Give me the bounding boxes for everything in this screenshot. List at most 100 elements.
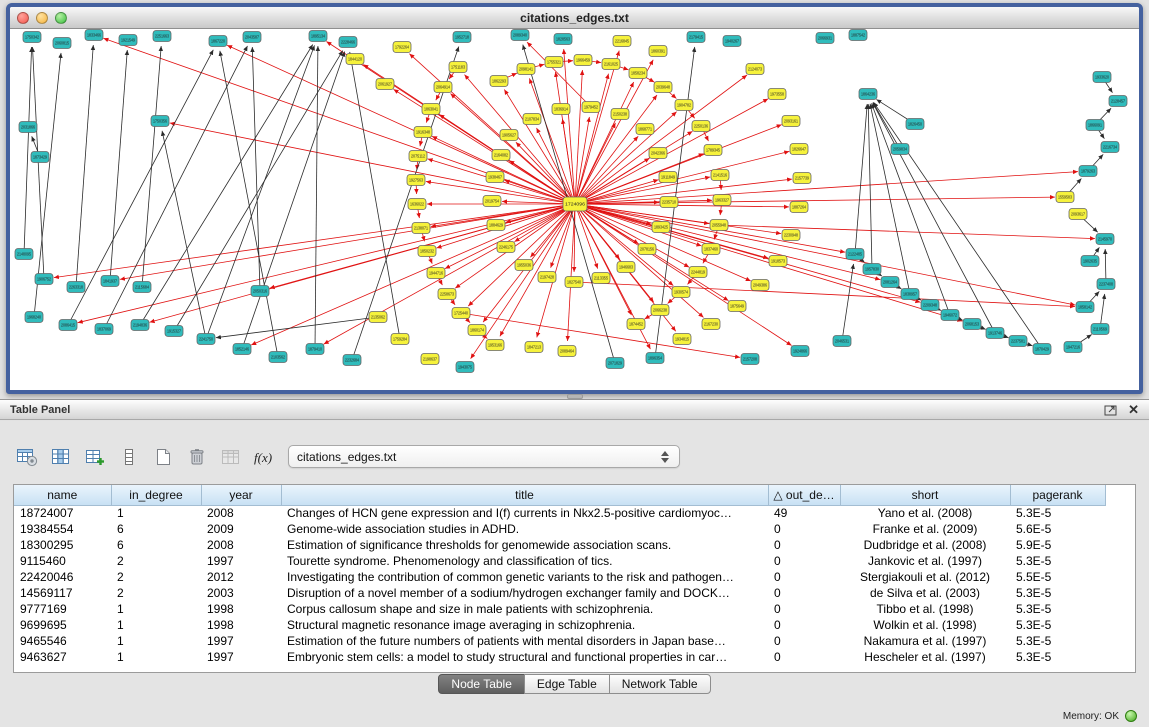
graph-node[interactable]: 1966459 (574, 55, 592, 66)
graph-edge[interactable] (315, 46, 318, 349)
table-row[interactable]: 1872400712008Changes of HCN gene express… (14, 505, 1105, 521)
graph-node[interactable]: 2093617 (1069, 209, 1087, 220)
table-cell[interactable]: 0 (768, 569, 840, 585)
graph-node[interactable]: 2081264 (881, 277, 899, 288)
graph-node[interactable]: 1858142 (1076, 302, 1094, 313)
table-cell[interactable]: Dudbridge et al. (2008) (840, 537, 1010, 553)
graph-node[interactable]: 1844120 (346, 54, 364, 65)
graph-node[interactable]: 2060815 (53, 38, 71, 49)
table-cell[interactable]: 0 (768, 537, 840, 553)
graph-node[interactable]: 2089340 (511, 30, 529, 41)
graph-edge[interactable] (564, 49, 575, 204)
close-panel-icon[interactable]: ✕ (1128, 403, 1139, 416)
graph-node[interactable]: 2098141 (517, 64, 535, 75)
graph-node[interactable]: 2237581 (1009, 336, 1027, 347)
table-cell[interactable]: 0 (768, 553, 840, 569)
graph-node[interactable]: 1864236 (859, 89, 877, 100)
table-cell[interactable]: 14569117 (14, 585, 111, 601)
graph-node[interactable]: 2198637 (421, 354, 439, 365)
graph-node[interactable]: 2209348 (921, 300, 939, 311)
graph-node[interactable]: 2250136 (692, 121, 710, 132)
table-cell[interactable]: Tourette syndrome. Phenomenology and cla… (281, 553, 768, 569)
graph-node[interactable]: 1913746 (986, 328, 1004, 339)
graph-node[interactable]: 1838957 (901, 289, 919, 300)
graph-node[interactable]: 2068153 (963, 319, 981, 330)
table-cell[interactable]: de Silva et al. (2003) (840, 585, 1010, 601)
graph-edge[interactable] (76, 45, 93, 287)
graph-node[interactable]: 1866091 (1086, 120, 1104, 131)
zoom-button[interactable] (55, 12, 67, 24)
graph-node[interactable]: 2244819 (689, 267, 707, 278)
graph-node[interactable]: 1952718 (453, 32, 471, 43)
graph-node[interactable]: 2049386 (751, 280, 769, 291)
graph-edge[interactable] (461, 313, 740, 357)
graph-node[interactable]: 1895134 (309, 31, 327, 42)
table-cell[interactable]: Hescheler et al. (1997) (840, 649, 1010, 665)
table-cell[interactable]: 5.3E-5 (1010, 633, 1105, 649)
graph-edge[interactable] (873, 103, 900, 149)
graph-node[interactable]: 2055948 (710, 220, 728, 231)
table-cell[interactable]: Jankovic et al. (1997) (840, 553, 1010, 569)
graph-node[interactable]: 2216845 (613, 36, 631, 47)
graph-node[interactable]: 1933620 (1093, 72, 1111, 83)
graph-node[interactable]: 1850232 (418, 246, 436, 257)
table-row[interactable]: 969969511998Structural magnetic resonanc… (14, 617, 1105, 633)
graph-node[interactable]: 1826647 (790, 144, 808, 155)
graph-node[interactable]: 1957830 (863, 264, 881, 275)
table-cell[interactable]: 1 (111, 649, 201, 665)
graph-node[interactable]: 1946072 (941, 310, 959, 321)
graph-node[interactable]: 1955036 (515, 260, 533, 271)
graph-node[interactable]: 2232684 (343, 355, 361, 366)
graph-node[interactable]: 1879410 (306, 344, 324, 355)
graph-node[interactable]: 1750356 (151, 116, 169, 127)
table-cell[interactable]: Estimation of significance thresholds fo… (281, 537, 768, 553)
graph-node[interactable]: 1946683 (617, 262, 635, 273)
table-cell[interactable]: 2009 (201, 521, 281, 537)
graph-node[interactable]: 1963327 (713, 195, 731, 206)
graph-node[interactable]: 1943075 (456, 362, 474, 373)
table-cell[interactable]: 1 (111, 633, 201, 649)
graph-node[interactable]: 2066238 (651, 305, 669, 316)
graph-node[interactable]: 1887542 (849, 30, 867, 41)
graph-node[interactable]: 1862293 (490, 76, 508, 87)
table-cell[interactable]: Yano et al. (2008) (840, 505, 1010, 521)
table-cell[interactable]: 2 (111, 553, 201, 569)
table-row[interactable]: 1456911722003Disruption of a novel membe… (14, 585, 1105, 601)
minimize-button[interactable] (36, 12, 48, 24)
tab-network-table[interactable]: Network Table (609, 674, 711, 694)
table-cell[interactable]: 1997 (201, 553, 281, 569)
graph-node[interactable]: 1924866 (791, 346, 809, 357)
table-row[interactable]: 977716911998Corpus callosum shape and si… (14, 601, 1105, 617)
table-cell[interactable]: 19384554 (14, 521, 111, 537)
table-cell[interactable]: 5.6E-5 (1010, 521, 1105, 537)
graph-node[interactable]: 1921549 (119, 35, 137, 46)
table-cell[interactable]: 2 (111, 569, 201, 585)
graph-edge[interactable] (445, 204, 575, 269)
graph-edge[interactable] (575, 74, 609, 204)
graph-node[interactable]: 2148095 (15, 249, 33, 260)
graph-node[interactable]: 1860174 (468, 325, 486, 336)
graph-node[interactable]: 2230948 (782, 230, 800, 241)
graph-edge[interactable] (575, 204, 920, 302)
table-cell[interactable]: 5.3E-5 (1010, 649, 1105, 665)
table-cell[interactable]: 1998 (201, 601, 281, 617)
graph-edge[interactable] (104, 46, 248, 329)
close-button[interactable] (17, 12, 29, 24)
graph-node[interactable]: 2141516 (711, 170, 729, 181)
table-cell[interactable]: 1 (111, 601, 201, 617)
column-header[interactable]: year (201, 485, 281, 505)
add-column-icon[interactable] (82, 444, 108, 470)
graph-node[interactable]: 2115684 (133, 282, 151, 293)
graph-node[interactable]: 1789345 (704, 145, 722, 156)
graph-node[interactable]: 2251663 (153, 31, 171, 42)
table-cell[interactable]: 9463627 (14, 649, 111, 665)
graph-node[interactable]: 1792264 (393, 42, 411, 53)
graph-edge[interactable] (110, 50, 127, 281)
graph-node[interactable]: 2107834 (523, 114, 541, 125)
table-cell[interactable]: Stergiakouli et al. (2012) (840, 569, 1010, 585)
graph-edge[interactable] (575, 204, 789, 207)
graph-node[interactable]: 1979452 (582, 102, 600, 113)
graph-node[interactable]: 2064914 (434, 82, 452, 93)
table-cell[interactable]: 5.3E-5 (1010, 585, 1105, 601)
table-row[interactable]: 1830029562008Estimation of significance … (14, 537, 1105, 553)
